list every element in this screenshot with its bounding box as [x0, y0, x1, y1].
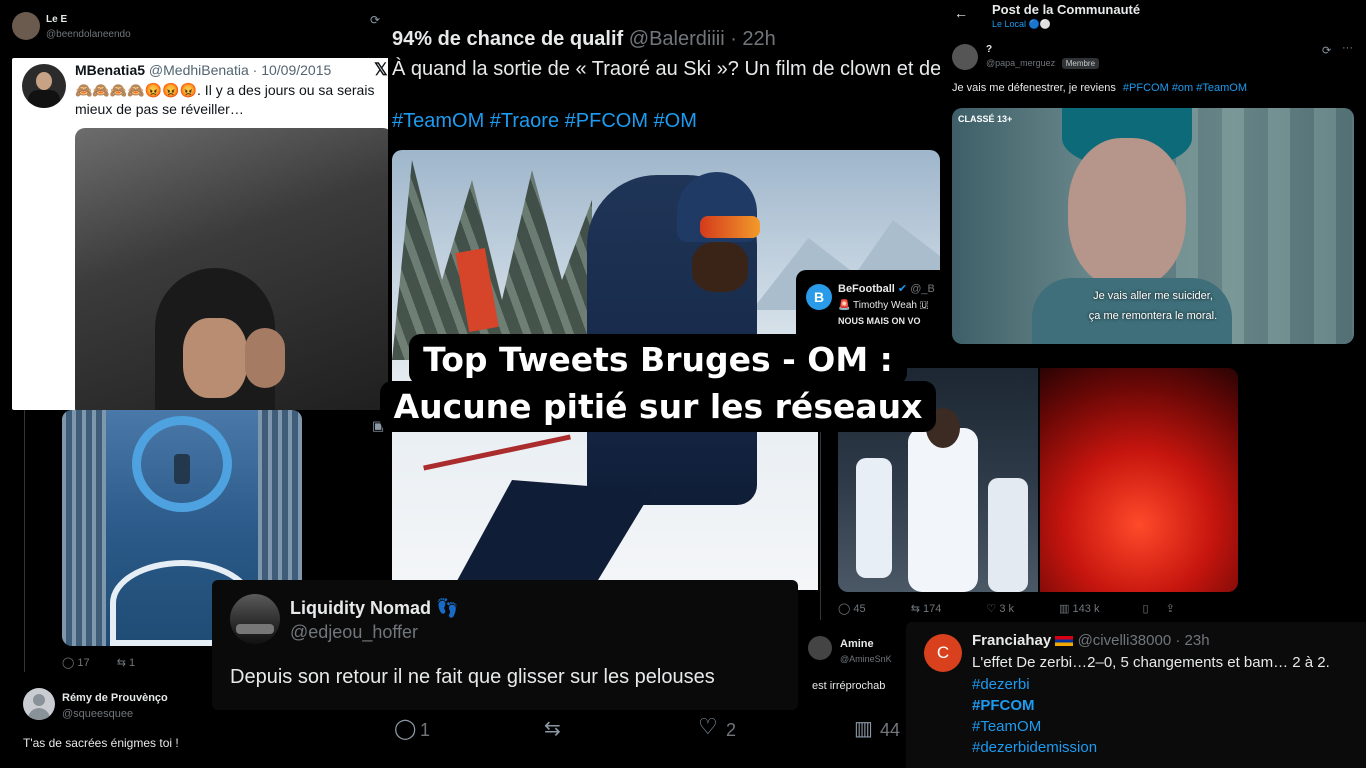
- author-name: Franciahay: [972, 632, 1052, 649]
- views-icon[interactable]: ▥: [1059, 603, 1069, 615]
- film-still-image[interactable]: CLASSÉ 13+ Je vais aller me suicider, ça…: [952, 108, 1354, 344]
- reply-icon[interactable]: ◯: [394, 716, 416, 741]
- avatar[interactable]: [22, 64, 66, 108]
- tweet-community[interactable]: ← Post de la Communauté Le Local 🔵⚪ ? @p…: [940, 0, 1366, 350]
- retweet-icon[interactable]: ⟳: [1322, 44, 1331, 57]
- tweet-franciahay[interactable]: C Franciahay @civelli38000 · 23h L'effet…: [906, 622, 1366, 768]
- author-name: Amine: [840, 638, 874, 650]
- tweet-hashtags[interactable]: #TeamOM #Traore #PFCOM #OM: [392, 110, 697, 133]
- member-badge: Membre: [1061, 58, 1100, 69]
- retweet-count: 174: [922, 603, 942, 615]
- headline-line-1: Top Tweets Bruges - OM :: [409, 334, 907, 385]
- avatar[interactable]: [12, 12, 40, 40]
- views-count: 143 k: [1072, 603, 1100, 615]
- headline-overlay: Top Tweets Bruges - OM : Aucune pitié su…: [0, 334, 1366, 432]
- hashtag[interactable]: #dezerbi: [972, 676, 1030, 693]
- hashtag[interactable]: #PFCOM: [972, 697, 1035, 714]
- author-handle: @MedhiBenatia: [148, 62, 249, 78]
- retweet-icon[interactable]: ⇆: [117, 657, 126, 669]
- rating-label: CLASSÉ 13+: [958, 114, 1013, 124]
- reply-icon[interactable]: ◯: [62, 657, 74, 669]
- like-count: 2: [726, 720, 737, 740]
- tweet-balerdi-actions: ◯ 1 ⇆ ♡ 2 ▥ 44: [358, 710, 906, 768]
- tweet-liquidity-nomad[interactable]: Liquidity Nomad 👣 @edjeou_hoffer Depuis …: [212, 580, 798, 710]
- author-handle: @beendolaneendo: [46, 29, 131, 40]
- author-handle: @papa_merguez: [986, 58, 1056, 68]
- tweet-time: · 22h: [730, 28, 776, 50]
- author-name: 94% de chance de qualif: [392, 28, 624, 50]
- tweet-le-e[interactable]: Le E @beendolaneendo ⟳: [0, 0, 390, 60]
- community-sub[interactable]: Le Local 🔵⚪: [992, 19, 1051, 30]
- tweet-text: Je vais me défenestrer, je reviens: [952, 82, 1116, 94]
- like-count: 3 k: [999, 603, 1015, 615]
- back-arrow-icon[interactable]: ←: [954, 5, 968, 21]
- flag-icon: [1055, 636, 1074, 647]
- headline-line-2: Aucune pitié sur les réseaux: [379, 381, 937, 432]
- tweet-time: · 23h: [1175, 632, 1210, 649]
- retweet-icon[interactable]: ⇆: [911, 603, 920, 615]
- author-handle: @squeesquee: [62, 708, 134, 720]
- tweet-hashtags[interactable]: #PFCOM #om #TeamOM: [1123, 82, 1247, 94]
- retweet-count: 1: [128, 657, 136, 669]
- tweet-amine[interactable]: Amine @AmineSnK est irréprochab: [800, 628, 910, 704]
- author-handle: @edjeou_hoffer: [290, 622, 419, 642]
- tweet-text: À quand la sortie de « Traoré au Ski »? …: [392, 58, 940, 80]
- community-header: Post de la Communauté: [992, 2, 1141, 17]
- author-name: BeFootball: [838, 283, 895, 295]
- reply-count: 1: [420, 720, 431, 740]
- author-name: ?: [986, 44, 993, 55]
- author-name: MBenatia5: [75, 62, 146, 78]
- avatar-initial: C: [936, 643, 950, 662]
- avatar[interactable]: C: [924, 634, 962, 672]
- retweet-icon[interactable]: ⟳: [370, 13, 380, 27]
- hashtag[interactable]: #TeamOM: [972, 718, 1041, 735]
- tweet-text: T'as de sacrées énigmes toi !: [23, 736, 179, 750]
- verified-icon: ✔: [897, 283, 908, 295]
- tweet-line-1: 🚨 Timothy Weah 🇺: [838, 300, 929, 311]
- tweet-line-2: NOUS MAIS ON VO: [838, 316, 921, 326]
- share-icon[interactable]: ⇪: [1166, 603, 1175, 615]
- author-emoji: 👣: [436, 598, 459, 618]
- author-name: Le E: [46, 14, 68, 25]
- author-handle: @AmineSnK: [840, 654, 892, 664]
- subtitle-line-2: ça me remontera le moral.: [1088, 310, 1218, 322]
- tweet-text: L'effet De zerbi…2–0, 5 changements et b…: [972, 654, 1330, 671]
- author-handle: @civelli38000: [1077, 632, 1172, 649]
- like-icon[interactable]: ♡: [986, 603, 996, 615]
- bookmark-icon[interactable]: ▯: [1143, 603, 1149, 615]
- tweet-text: est irréprochab: [812, 680, 886, 692]
- befootball-logo[interactable]: B: [806, 284, 832, 310]
- x-logo-icon: 𝕏: [374, 60, 388, 79]
- reply-count: 17: [77, 657, 90, 669]
- retweet-icon[interactable]: ⇆: [544, 716, 561, 741]
- hashtag[interactable]: #dezerbidemission: [972, 739, 1097, 756]
- tweet-date: · 10/09/2015: [252, 62, 332, 78]
- author-handle: @_B: [910, 283, 935, 295]
- subtitle-line-1: Je vais aller me suicider,: [1093, 290, 1213, 302]
- author-name: Rémy de Prouvènço: [62, 692, 168, 704]
- avatar[interactable]: [808, 636, 832, 660]
- like-icon[interactable]: ♡: [698, 714, 718, 740]
- reply-count: 45: [853, 603, 866, 615]
- author-handle: @Balerdiiii: [628, 28, 725, 50]
- emoji-string: 🙈🙈🙈🙈😡😡😡: [75, 82, 198, 98]
- reply-icon[interactable]: ◯: [838, 603, 850, 615]
- author-name: Liquidity Nomad: [290, 598, 431, 618]
- default-avatar[interactable]: [23, 688, 55, 720]
- views-count: 44: [880, 720, 901, 740]
- avatar[interactable]: [952, 44, 978, 70]
- avatar[interactable]: [230, 594, 280, 644]
- more-icon[interactable]: ···: [1342, 42, 1353, 54]
- views-icon[interactable]: ▥: [854, 716, 873, 741]
- tweet-text: Depuis son retour il ne fait que glisser…: [230, 666, 715, 688]
